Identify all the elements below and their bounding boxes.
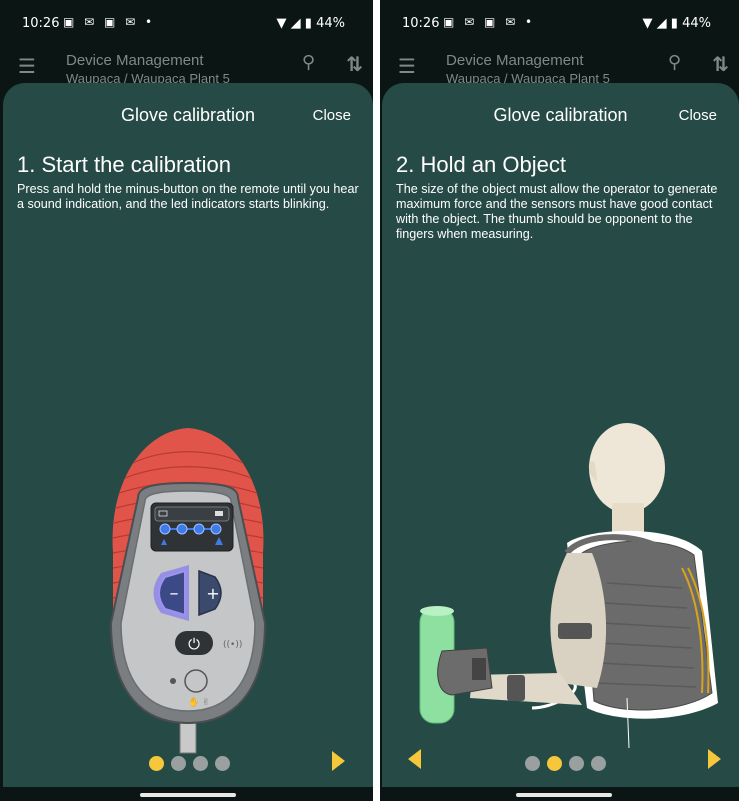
app-title: Device Management — [446, 52, 584, 69]
battery-percent: 44% — [316, 16, 345, 31]
remote-control-illustration: – + ⏻ ((•)) ✋ ✌ — [109, 428, 267, 754]
nav-bar — [0, 787, 373, 801]
previous-arrow-icon[interactable] — [408, 749, 421, 769]
svg-text:((•)): ((•)) — [223, 640, 242, 650]
page-indicator — [149, 756, 230, 772]
home-handle[interactable] — [140, 793, 236, 797]
sort-icon[interactable]: ⇅ — [346, 52, 363, 77]
menu-icon[interactable]: ☰ — [398, 54, 416, 79]
app-bar: ☰ Device Management Waupaca / Waupaca Pl… — [380, 46, 739, 86]
menu-icon[interactable]: ☰ — [18, 54, 36, 79]
battery-percent: 44% — [682, 16, 711, 31]
sort-icon[interactable]: ⇅ — [712, 52, 729, 77]
status-bar: 10:26 ▣ ✉ ▣ ✉ • ▼ ◢ ▮ 44% — [0, 0, 373, 46]
page-indicator — [525, 756, 606, 772]
status-right: ▼ ◢ ▮ 44% — [277, 16, 345, 31]
notification-icons: ▣ ✉ ▣ ✉ • — [63, 15, 156, 29]
page-dot[interactable] — [547, 756, 562, 771]
status-time: 10:26 — [22, 16, 60, 31]
svg-text:+: + — [206, 584, 219, 603]
signal-icon: ◢ — [656, 16, 667, 31]
status-time: 10:26 — [402, 16, 440, 31]
operator-holding-object-illustration — [419, 423, 718, 749]
signal-icon: ◢ — [290, 16, 301, 31]
svg-text:⏻: ⏻ — [188, 635, 200, 653]
status-right: ▼ ◢ ▮ 44% — [643, 16, 711, 31]
page-dot[interactable] — [591, 756, 606, 771]
next-arrow-icon[interactable] — [332, 751, 345, 771]
nav-bar — [380, 787, 739, 801]
wifi-icon: ▼ — [276, 16, 287, 31]
page-dot[interactable] — [525, 756, 540, 771]
battery-icon: ▮ — [670, 16, 678, 31]
status-bar: 10:26 ▣ ✉ ▣ ✉ • ▼ ◢ ▮ 44% — [380, 0, 739, 46]
home-handle[interactable] — [516, 793, 612, 797]
page-dot[interactable] — [149, 756, 164, 771]
app-title: Device Management — [66, 52, 204, 69]
svg-text:✋ ✌: ✋ ✌ — [188, 696, 210, 708]
page-dot[interactable] — [171, 756, 186, 771]
page-dot[interactable] — [193, 756, 208, 771]
page-dot[interactable] — [215, 756, 230, 771]
search-icon[interactable]: ⚲ — [302, 52, 315, 73]
search-icon[interactable]: ⚲ — [668, 52, 681, 73]
phone-screen-step-1: 10:26 ▣ ✉ ▣ ✉ • ▼ ◢ ▮ 44% ☰ Device Manag… — [0, 0, 373, 801]
calibration-sheet: Glove calibration Close 2. Hold an Objec… — [382, 83, 739, 787]
calibration-sheet: Glove calibration Close 1. Start the cal… — [3, 83, 373, 787]
battery-icon: ▮ — [304, 16, 312, 31]
wifi-icon: ▼ — [642, 16, 653, 31]
notification-icons: ▣ ✉ ▣ ✉ • — [443, 15, 536, 29]
page-dot[interactable] — [569, 756, 584, 771]
svg-text:–: – — [170, 583, 179, 604]
app-bar: ☰ Device Management Waupaca / Waupaca Pl… — [0, 46, 373, 86]
next-arrow-icon[interactable] — [708, 749, 721, 769]
phone-screen-step-2: 10:26 ▣ ✉ ▣ ✉ • ▼ ◢ ▮ 44% ☰ Device Manag… — [380, 0, 739, 801]
